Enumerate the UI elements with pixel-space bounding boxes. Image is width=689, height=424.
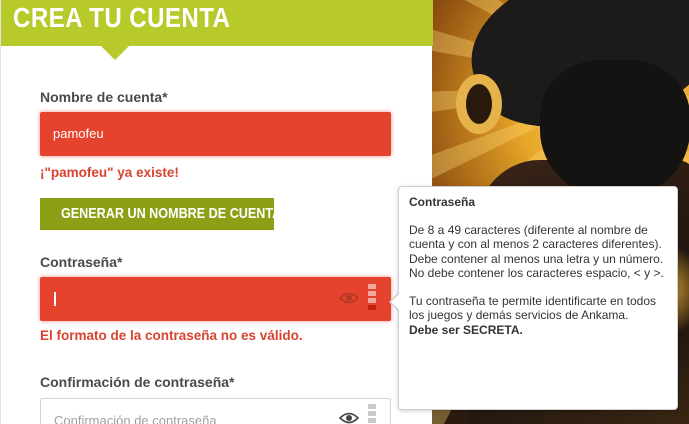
header-notch xyxy=(101,46,129,60)
password-tooltip: Contraseña De 8 a 49 caracteres (diferen… xyxy=(398,186,678,410)
tooltip-info: Tu contraseña te permite identificarte e… xyxy=(409,293,657,323)
password-label: Contraseña* xyxy=(40,254,123,270)
generate-account-name-button[interactable]: GENERAR UN NOMBRE DE CUENTA xyxy=(40,198,281,230)
text-cursor xyxy=(54,292,56,306)
strength-meter-icon xyxy=(368,284,376,314)
account-name-label: Nombre de cuenta* xyxy=(40,89,168,105)
tooltip-rule: De 8 a 49 caracteres (diferente al nombr… xyxy=(409,222,662,252)
tooltip-rules: De 8 a 49 caracteres (diferente al nombr… xyxy=(409,223,667,281)
tooltip-title: Contraseña xyxy=(409,195,476,209)
tooltip-rule: No debe contener los caracteres espacio,… xyxy=(409,266,664,280)
tooltip-secret: Debe ser SECRETA. xyxy=(409,322,523,337)
confirm-strength-meter-icon xyxy=(368,404,376,424)
page-title: CREA TU CUENTA xyxy=(13,2,231,33)
confirm-password-label: Confirmación de contraseña* xyxy=(40,374,235,390)
eye-icon[interactable] xyxy=(339,411,359,424)
signup-panel: CREA TU CUENTA Nombre de cuenta* pamofeu… xyxy=(0,0,433,424)
confirm-password-placeholder: Confirmación de contraseña xyxy=(54,413,217,424)
password-error: El formato de la contraseña no es válido… xyxy=(40,328,303,343)
eye-icon[interactable] xyxy=(339,291,359,305)
tooltip-rule: Debe contener al menos una letra y un nú… xyxy=(409,251,664,266)
header-banner: CREA TU CUENTA xyxy=(1,0,433,46)
tooltip-arrow-fill xyxy=(391,294,399,310)
account-name-input[interactable]: pamofeu xyxy=(40,112,391,156)
generate-account-name-label: GENERAR UN NOMBRE DE CUENTA xyxy=(60,205,282,222)
account-name-error: ¡"pamofeu" ya existe! xyxy=(40,165,179,180)
